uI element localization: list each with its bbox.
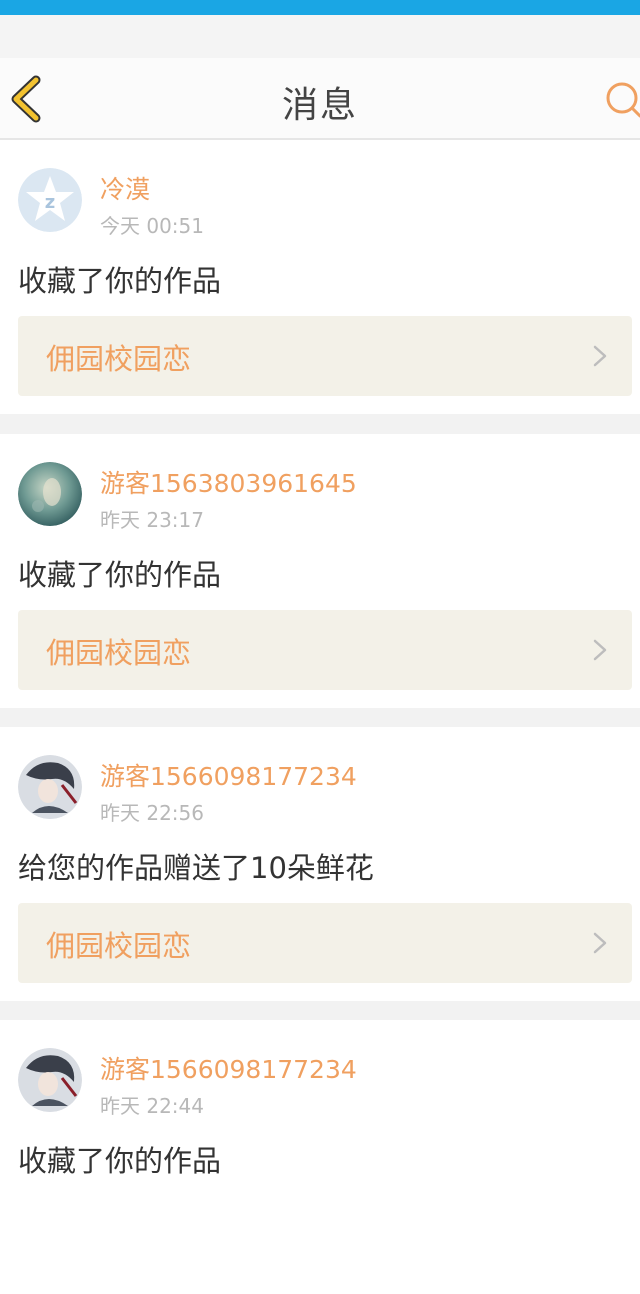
svg-text:z: z [45,192,55,213]
avatar[interactable]: z [18,168,82,232]
username[interactable]: 游客1566098177234 [100,757,357,793]
message-time: 昨天 22:44 [100,1094,204,1118]
top-spacer [0,15,640,58]
avatar[interactable] [18,1048,82,1112]
avatar[interactable] [18,755,82,819]
anime-avatar-icon [18,1048,82,1112]
chevron-right-icon [593,345,607,367]
work-title: 佣园校园恋 [46,342,192,376]
qq-default-avatar-icon: z [18,168,82,232]
avatar[interactable] [18,462,82,526]
work-link[interactable]: 佣园校园恋 [18,903,632,983]
message-time: 今天 00:51 [100,214,204,238]
work-title: 佣园校园恋 [46,636,192,670]
page-title: 消息 [281,85,358,126]
message-action: 收藏了你的作品 [18,1144,222,1178]
message-card: 游客1566098177234 昨天 22:44 收藏了你的作品 [0,1020,640,1294]
message-time: 昨天 23:17 [100,508,204,532]
message-action: 收藏了你的作品 [18,558,222,592]
chevron-right-icon [593,932,607,954]
username[interactable]: 游客1563803961645 [100,464,357,500]
message-card: z 冷漠 今天 00:51 收藏了你的作品 佣园校园恋 [0,140,640,414]
work-link[interactable]: 佣园校园恋 [18,316,632,396]
search-icon [606,82,640,118]
username[interactable]: 冷漠 [100,170,150,206]
status-bar [0,0,640,15]
username[interactable]: 游客1566098177234 [100,1050,357,1086]
work-link[interactable]: 佣园校园恋 [18,610,632,690]
anime-avatar-icon [18,755,82,819]
message-card: 游客1566098177234 昨天 22:56 给您的作品赠送了10朵鲜花 佣… [0,727,640,1001]
message-action: 给您的作品赠送了10朵鲜花 [18,851,374,885]
message-card: 游客1563803961645 昨天 23:17 收藏了你的作品 佣园校园恋 [0,434,640,708]
photo-avatar-icon [18,462,82,526]
message-time: 昨天 22:56 [100,801,204,825]
message-action: 收藏了你的作品 [18,264,222,298]
header-bar: 消息 [0,58,640,140]
chevron-right-icon [593,639,607,661]
work-title: 佣园校园恋 [46,929,192,963]
search-button[interactable] [602,80,640,120]
